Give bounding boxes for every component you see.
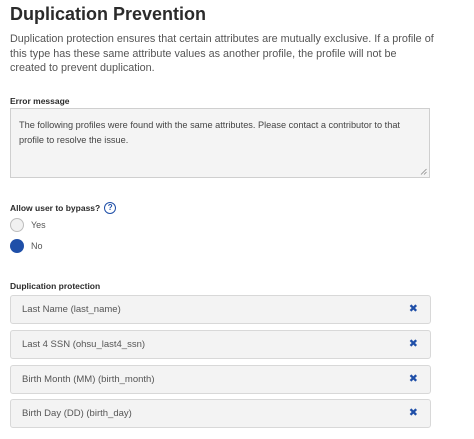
- error-message-label: Error message: [10, 96, 70, 106]
- dup-item-last-name: Last Name (last_name) ✖: [10, 295, 431, 324]
- radio-no-label: No: [31, 241, 43, 251]
- resize-grip-icon[interactable]: [420, 168, 427, 175]
- page-title: Duplication Prevention: [10, 4, 207, 24]
- page-description: Duplication protection ensures that cert…: [10, 33, 434, 74]
- close-icon[interactable]: ✖: [409, 408, 418, 419]
- error-message-textarea[interactable]: The following profiles were found with t…: [10, 108, 430, 178]
- dup-item-birth-day: Birth Day (DD) (birth_day) ✖: [10, 399, 431, 428]
- bypass-label-row: Allow user to bypass? ?: [10, 202, 117, 214]
- error-message-text: The following profiles were found with t…: [19, 120, 400, 145]
- close-icon[interactable]: ✖: [409, 339, 418, 350]
- bypass-option-yes[interactable]: Yes: [10, 218, 46, 232]
- dup-item-last4-ssn: Last 4 SSN (ohsu_last4_ssn) ✖: [10, 330, 431, 359]
- dup-item-birth-month: Birth Month (MM) (birth_month) ✖: [10, 365, 431, 394]
- dup-item-label: Last 4 SSN (ohsu_last4_ssn): [22, 339, 146, 350]
- dup-item-label: Birth Month (MM) (birth_month): [22, 374, 155, 385]
- close-icon[interactable]: ✖: [409, 374, 418, 385]
- dup-item-label: Birth Day (DD) (birth_day): [22, 408, 132, 419]
- radio-yes-label: Yes: [31, 220, 46, 230]
- bypass-option-no[interactable]: No: [10, 239, 43, 253]
- radio-no[interactable]: [10, 239, 24, 253]
- dup-item-label: Last Name (last_name): [22, 304, 121, 315]
- duplication-protection-label: Duplication protection: [10, 281, 101, 291]
- radio-yes[interactable]: [10, 218, 24, 232]
- question-circle-icon[interactable]: ?: [104, 202, 117, 214]
- close-icon[interactable]: ✖: [409, 304, 418, 315]
- bypass-label: Allow user to bypass?: [10, 203, 101, 213]
